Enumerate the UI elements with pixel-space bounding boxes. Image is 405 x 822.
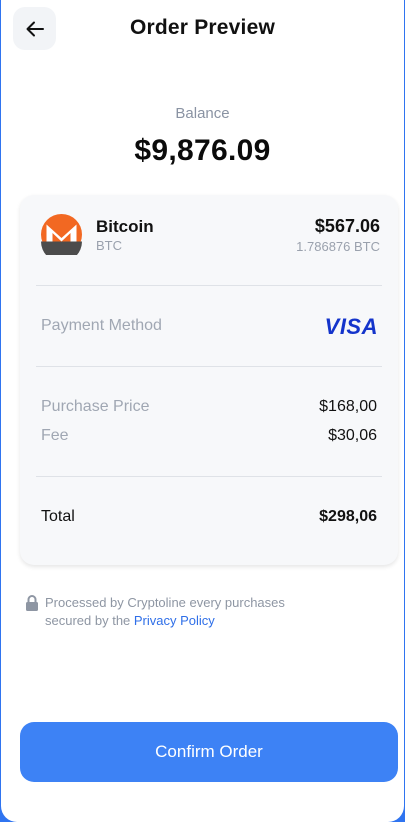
purchase-price-value: $168,00: [319, 398, 377, 415]
note-line-2-prefix: secured by the: [45, 613, 134, 628]
asset-amount: 1.786876 BTC: [296, 239, 380, 254]
total-label: Total: [41, 508, 75, 525]
payment-method-label: Payment Method: [41, 317, 162, 334]
monero-logo-icon: [41, 214, 82, 255]
order-preview-screen: Order Preview Balance $9,876.09 Bitcoin …: [1, 0, 404, 822]
asset-symbol: BTC: [96, 238, 122, 253]
visa-logo: VISA: [324, 314, 378, 339]
lock-icon: [26, 595, 38, 611]
divider: [36, 366, 382, 367]
asset-value: $567.06: [314, 216, 380, 236]
divider: [36, 285, 382, 286]
total-value: $298,06: [319, 508, 377, 525]
page-title: Order Preview: [129, 16, 275, 39]
note-line-1: Processed by Cryptoline every purchases: [45, 595, 285, 610]
purchase-price-label: Purchase Price: [41, 398, 150, 415]
privacy-policy-link[interactable]: Privacy Policy: [134, 613, 215, 628]
divider: [36, 476, 382, 477]
balance-value: $9,876.09: [134, 134, 271, 167]
fee-label: Fee: [41, 427, 69, 444]
fee-value: $30,06: [328, 427, 377, 444]
balance-label: Balance: [175, 105, 230, 122]
note-text: Processed by Cryptoline every purchases …: [45, 594, 385, 630]
confirm-order-button[interactable]: Confirm Order: [20, 722, 398, 782]
asset-name: Bitcoin: [96, 217, 154, 236]
order-summary-card: Bitcoin BTC $567.06 1.786876 BTC Payment…: [20, 195, 398, 565]
